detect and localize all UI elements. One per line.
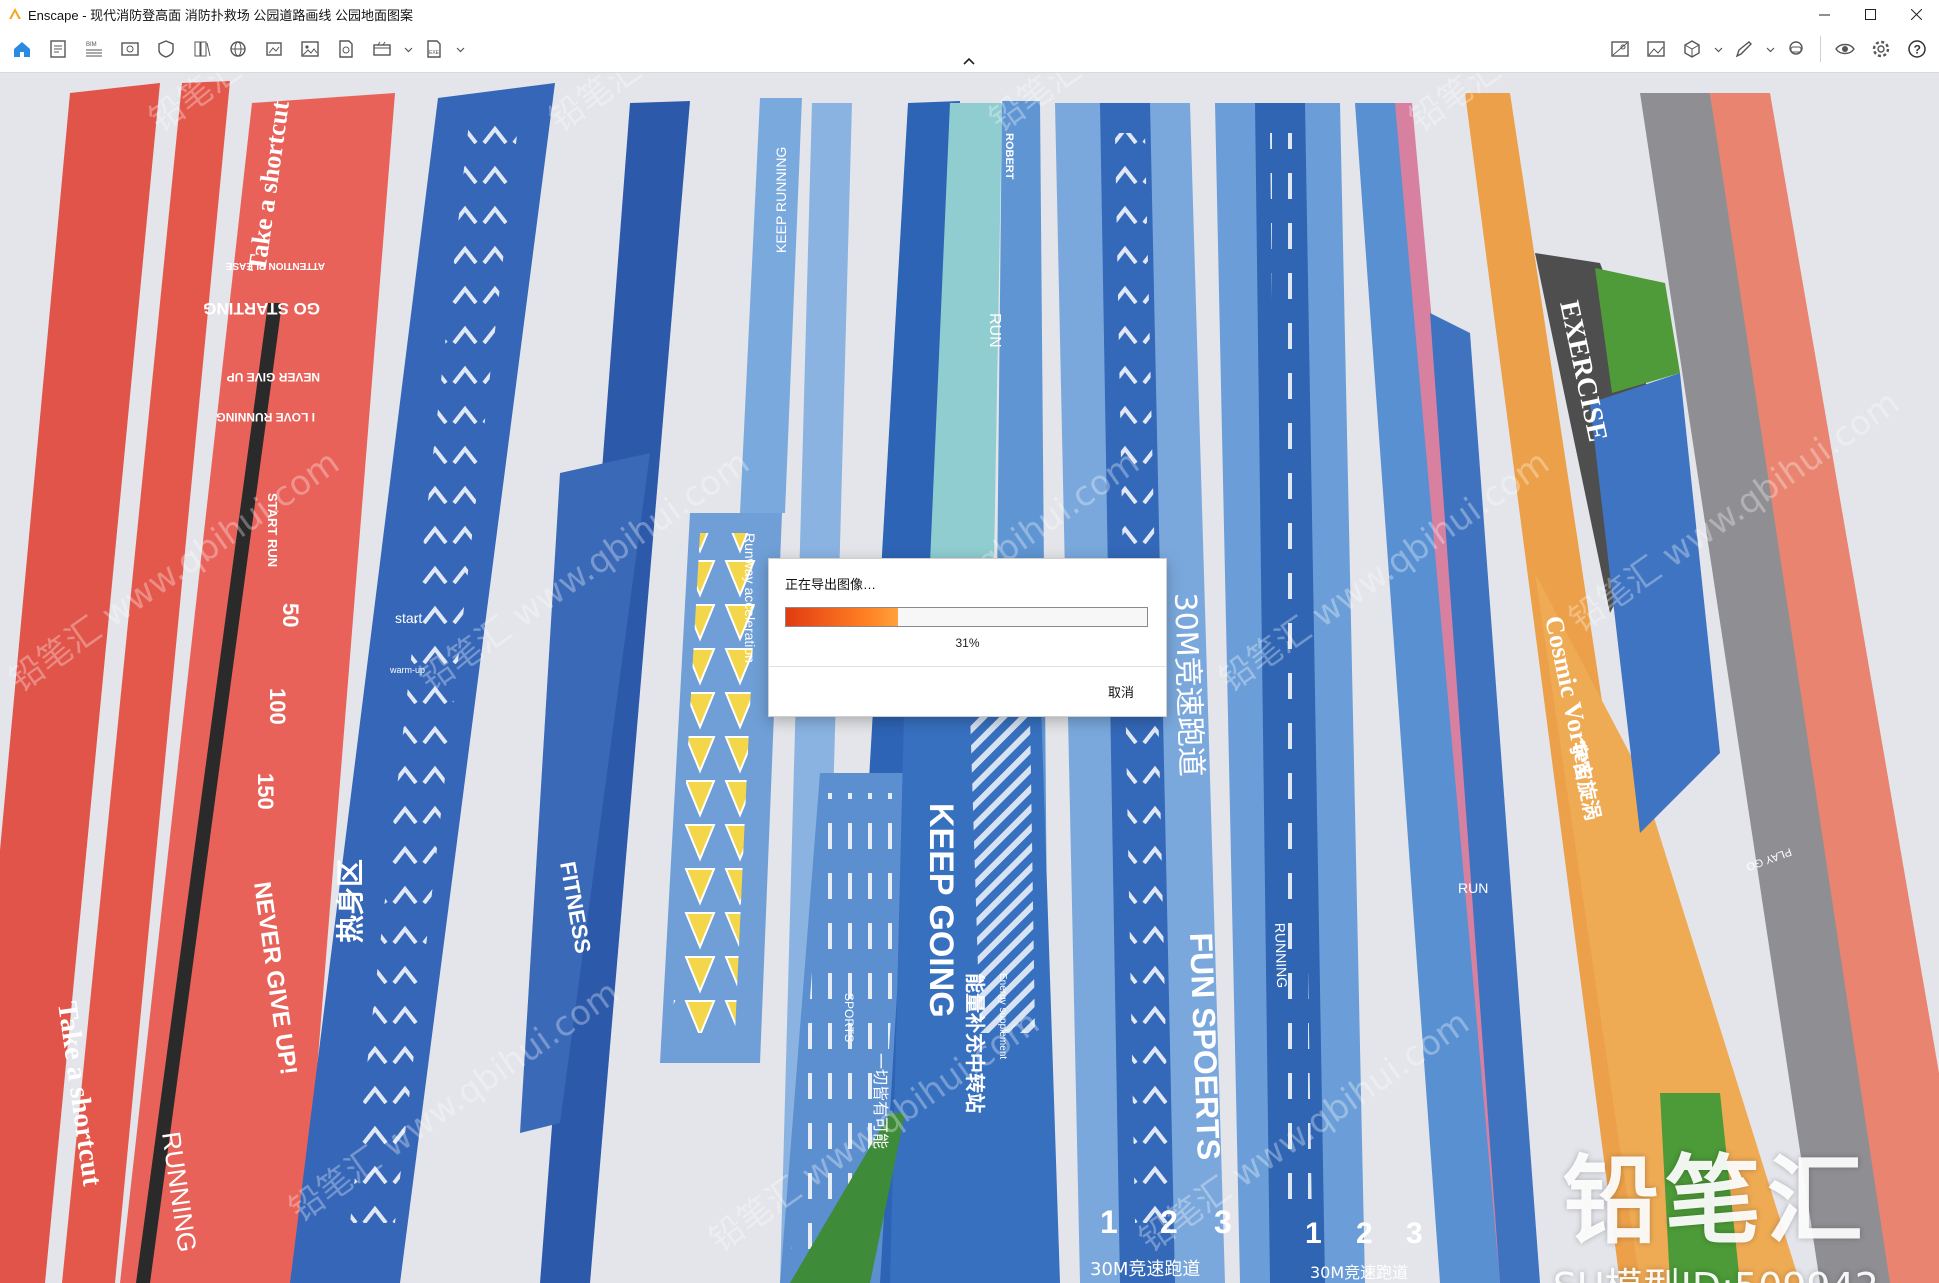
- lane-text: KEEP GOING: [922, 803, 960, 1018]
- lane-text: SPORTS: [842, 993, 856, 1042]
- maximize-icon: [1864, 8, 1876, 20]
- lane-text: RUN: [1458, 880, 1488, 896]
- export-progress-percent: 31%: [955, 636, 980, 650]
- export-progress-dialog: 正在导出图像… 31% 取消: [768, 558, 1167, 717]
- home-icon: [14, 42, 30, 57]
- export-button[interactable]: EXE: [418, 33, 450, 65]
- asset-button[interactable]: [150, 33, 182, 65]
- enscape-logo-icon: [9, 8, 21, 19]
- title-bar: Enscape - 现代消防登高面 消防扑救场 公园道路画线 公园地面图案: [0, 0, 1939, 29]
- lane-text: KEEP RUNNING: [773, 147, 789, 253]
- video-button[interactable]: [366, 33, 398, 65]
- cube-button[interactable]: [1676, 33, 1708, 65]
- pen-button[interactable]: [1728, 33, 1760, 65]
- model-watermark: 铅笔汇 SU模型ID:509942: [1553, 1123, 1879, 1283]
- watermark-model-id: SU模型ID:509942: [1553, 1256, 1879, 1283]
- maximize-button[interactable]: [1847, 0, 1893, 28]
- screenshot-button[interactable]: [258, 33, 290, 65]
- vr-headset-icon: [1789, 41, 1803, 55]
- view-icon: [121, 42, 139, 56]
- lane-text: 50: [278, 603, 303, 627]
- settings-icon: [1872, 40, 1890, 58]
- lane-text: I LOVE RUNNING: [216, 410, 315, 424]
- window-controls: [1801, 0, 1939, 28]
- lane-text: 100: [265, 688, 290, 725]
- pen-dropdown[interactable]: [1764, 33, 1776, 65]
- chevron-down-icon: [1714, 47, 1722, 52]
- bim-button[interactable]: BIM: [78, 33, 110, 65]
- vr-headset-button[interactable]: [1780, 33, 1812, 65]
- lane-text: NEVER GIVE UP: [227, 370, 320, 384]
- lane-text: 3: [1406, 1217, 1423, 1250]
- video-icon: [373, 41, 391, 56]
- lane-text: start: [395, 610, 422, 626]
- settings-button[interactable]: [1865, 33, 1897, 65]
- export-icon: EXE: [427, 40, 441, 58]
- bim-icon: BIM: [86, 42, 102, 57]
- lane-text: 30M竞速跑道: [1090, 1259, 1200, 1280]
- lane-text: 30M竞速跑道: [1167, 592, 1208, 777]
- help-icon: ?: [1908, 40, 1926, 58]
- export-progress-fill: [786, 608, 898, 626]
- gallery-button[interactable]: [1640, 33, 1672, 65]
- lane-text: 热身区: [334, 859, 367, 943]
- export-progress-bar: [785, 607, 1148, 627]
- toolbar-right-group: ?: [1604, 33, 1933, 65]
- library-icon: [194, 41, 211, 57]
- watermark-brand: 铅笔汇: [1562, 1145, 1869, 1257]
- lane-text: RUN: [986, 313, 1003, 348]
- svg-text:BIM: BIM: [86, 42, 97, 48]
- view-button[interactable]: [114, 33, 146, 65]
- cancel-button[interactable]: 取消: [1108, 682, 1134, 701]
- lane-text: Runway acceleration: [742, 533, 758, 663]
- lane-text: GO STARTING: [203, 299, 320, 318]
- lane-text: 150: [253, 773, 278, 810]
- toolbar-left-group: BIM EXE: [6, 33, 466, 65]
- help-button[interactable]: ?: [1901, 33, 1933, 65]
- chevron-down-icon: [1766, 47, 1774, 52]
- image-icon: [301, 41, 319, 57]
- lane-text: 30M竞速跑道: [1310, 1263, 1408, 1282]
- globe-button[interactable]: [222, 33, 254, 65]
- notes-icon: [50, 40, 66, 58]
- dialog-title: 正在导出图像…: [785, 577, 877, 592]
- asset-icon: [158, 40, 174, 58]
- svg-text:?: ?: [1914, 43, 1921, 57]
- panorama-button[interactable]: [330, 33, 362, 65]
- notes-button[interactable]: [42, 33, 74, 65]
- home-button[interactable]: [6, 33, 38, 65]
- lane-text: ATTENTION PLEASE: [225, 260, 325, 271]
- window-title: Enscape - 现代消防登高面 消防扑救场 公园道路画线 公园地面图案: [28, 7, 413, 23]
- panorama-icon: [339, 40, 353, 58]
- pen-icon: [1735, 41, 1752, 58]
- eye-icon: [1835, 43, 1855, 55]
- map-button[interactable]: [1604, 33, 1636, 65]
- globe-icon: [230, 41, 246, 57]
- lane-text: 2: [1356, 1217, 1373, 1250]
- lane-lightblue-1: [740, 98, 802, 513]
- cube-dropdown[interactable]: [1712, 33, 1724, 65]
- dialog-divider: [769, 666, 1166, 667]
- collapse-toolbar-chevron-icon[interactable]: [960, 54, 978, 68]
- lane-text: 1: [1100, 1204, 1118, 1240]
- library-button[interactable]: [186, 33, 218, 65]
- svg-text:EXE: EXE: [429, 50, 440, 56]
- lane-text: RUNNING: [1272, 923, 1290, 989]
- export-dropdown[interactable]: [454, 33, 466, 65]
- toolbar-separator: [1820, 36, 1821, 62]
- lane-text: 1: [1305, 1217, 1322, 1250]
- cube-icon: [1684, 40, 1700, 58]
- close-button[interactable]: [1893, 0, 1939, 28]
- eye-button[interactable]: [1829, 33, 1861, 65]
- map-icon: [1611, 41, 1629, 57]
- chevron-down-icon: [456, 47, 464, 52]
- screenshot-icon: [266, 42, 282, 56]
- close-icon: [1910, 8, 1922, 20]
- minimize-button[interactable]: [1801, 0, 1847, 28]
- image-button[interactable]: [294, 33, 326, 65]
- chevron-down-icon: [404, 47, 412, 52]
- minimize-icon: [1818, 14, 1830, 15]
- gallery-icon: [1647, 41, 1665, 57]
- video-dropdown[interactable]: [402, 33, 414, 65]
